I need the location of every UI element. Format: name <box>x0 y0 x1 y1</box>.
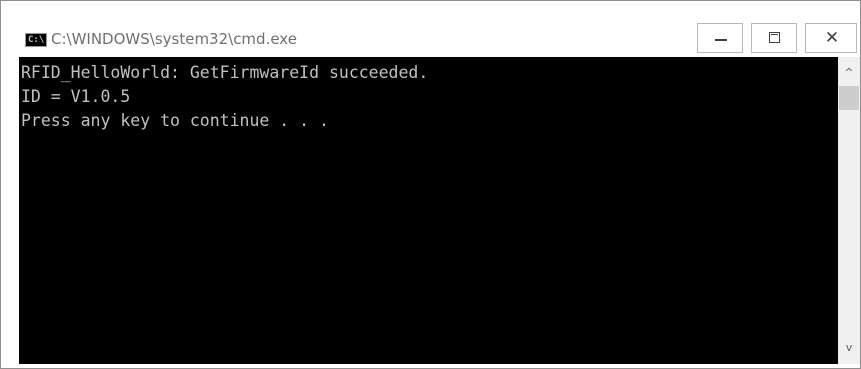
scroll-up-arrow-icon[interactable]: ^ <box>838 63 860 83</box>
vertical-scrollbar[interactable]: ^ v <box>838 57 860 364</box>
cmd-icon-text: C:\. <box>28 35 50 45</box>
console-output[interactable]: RFID_HelloWorld: GetFirmwareId succeeded… <box>19 57 838 364</box>
close-button[interactable]: ✕ <box>805 23 857 53</box>
title-bar[interactable]: C:\. C:\WINDOWS\system32\cmd.exe ✕ <box>1 1 860 53</box>
maximize-icon <box>769 32 780 43</box>
maximize-button[interactable] <box>751 23 797 53</box>
minimize-icon <box>715 39 727 41</box>
console-line: Press any key to continue . . . <box>21 111 329 130</box>
scroll-thumb[interactable] <box>839 86 859 110</box>
minimize-button[interactable] <box>697 23 743 53</box>
window-title: C:\WINDOWS\system32\cmd.exe <box>51 30 297 48</box>
cmd-icon[interactable]: C:\. <box>25 33 50 47</box>
close-icon: ✕ <box>824 28 840 48</box>
console-line: RFID_HelloWorld: GetFirmwareId succeeded… <box>21 63 429 82</box>
console-line: ID = V1.0.5 <box>21 87 131 106</box>
scroll-down-arrow-icon[interactable]: v <box>838 338 860 358</box>
console-window: C:\. C:\WINDOWS\system32\cmd.exe ✕ RFID_… <box>0 0 861 369</box>
